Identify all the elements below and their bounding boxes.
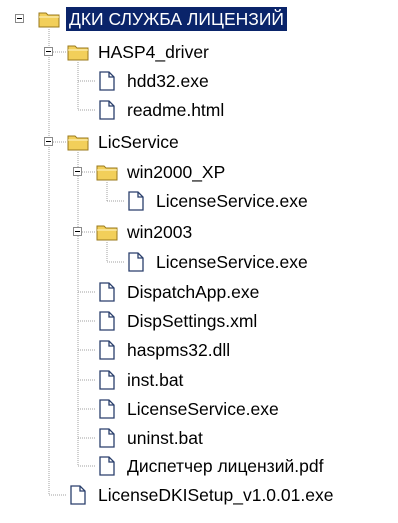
document-icon (96, 100, 118, 120)
tree-node-win2003[interactable]: win2003 (96, 218, 195, 246)
tree-node-haspms32-dll[interactable]: haspms32.dll (96, 336, 233, 364)
document-icon (96, 456, 118, 476)
tree-node-label: LicenseService.exe (156, 252, 308, 272)
win2003-collapse-minus-icon[interactable] (73, 227, 82, 236)
folder-icon (96, 222, 118, 242)
tree-node-dispatcher-pdf[interactable]: Диспетчер лицензий.pdf (96, 452, 326, 480)
tree-node-licenseservice-exe[interactable]: LicenseService.exe (96, 395, 282, 423)
document-icon (96, 399, 118, 419)
folder-icon (38, 9, 60, 29)
tree-node-label: HASP4_driver (98, 42, 209, 62)
document-icon (96, 311, 118, 331)
document-icon (125, 191, 147, 211)
tree-node-uninst-bat[interactable]: uninst.bat (96, 424, 206, 452)
folder-icon (96, 162, 118, 182)
tree-node-dispsettings-xml[interactable]: DispSettings.xml (96, 307, 260, 335)
document-icon (96, 282, 118, 302)
tree-node-label: haspms32.dll (127, 340, 231, 360)
tree-node-label: win2003 (127, 222, 193, 242)
tree-node-inst-bat[interactable]: inst.bat (96, 366, 186, 394)
tree-node-hdd32-exe[interactable]: hdd32.exe (96, 67, 212, 95)
folder-icon (67, 42, 89, 62)
tree-node-label: hdd32.exe (127, 71, 209, 91)
tree-node-label: DispatchApp.exe (127, 282, 260, 302)
tree-node-label: ДКИ СЛУЖБА ЛИЦЕНЗИЙ (66, 7, 287, 31)
tree-node-root[interactable]: ДКИ СЛУЖБА ЛИЦЕНЗИЙ (38, 5, 287, 33)
tree-node-label: uninst.bat (127, 428, 203, 448)
tree-node-label: Диспетчер лицензий.pdf (127, 456, 324, 476)
tree-node-label: readme.html (127, 100, 225, 120)
tree-node-label: LicenseService.exe (156, 191, 308, 211)
tree-node-label: win2000_XP (127, 162, 226, 182)
tree-node-hasp4-driver[interactable]: HASP4_driver (67, 38, 212, 66)
folder-tree: ДКИ СЛУЖБА ЛИЦЕНЗИЙ HASP4_driver hdd32.exe… (0, 0, 398, 523)
tree-node-label: LicenseDKISetup_v1.0.01.exe (98, 485, 334, 505)
tree-node-label: DispSettings.xml (127, 311, 258, 331)
tree-node-licservice[interactable]: LicService (67, 128, 182, 156)
folder-icon (67, 132, 89, 152)
document-icon (67, 485, 89, 505)
document-icon (96, 340, 118, 360)
tree-node-licenseservice-exe-2003[interactable]: LicenseService.exe (125, 248, 311, 276)
root-collapse-minus-icon[interactable] (15, 14, 24, 23)
tree-node-licensedkisetup-exe[interactable]: LicenseDKISetup_v1.0.01.exe (67, 481, 336, 509)
tree-node-label: LicenseService.exe (127, 399, 279, 419)
win2000-xp-collapse-minus-icon[interactable] (73, 167, 82, 176)
tree-node-licenseservice-exe-xp[interactable]: LicenseService.exe (125, 187, 311, 215)
document-icon (96, 370, 118, 390)
tree-node-win2000-xp[interactable]: win2000_XP (96, 158, 228, 186)
document-icon (96, 71, 118, 91)
tree-node-dispatchapp-exe[interactable]: DispatchApp.exe (96, 278, 262, 306)
tree-node-readme-html[interactable]: readme.html (96, 96, 227, 124)
hasp4-driver-collapse-minus-icon[interactable] (44, 47, 53, 56)
tree-node-label: LicService (98, 132, 179, 152)
licservice-collapse-minus-icon[interactable] (44, 137, 53, 146)
tree-node-label: inst.bat (127, 370, 184, 390)
document-icon (125, 252, 147, 272)
document-icon (96, 428, 118, 448)
